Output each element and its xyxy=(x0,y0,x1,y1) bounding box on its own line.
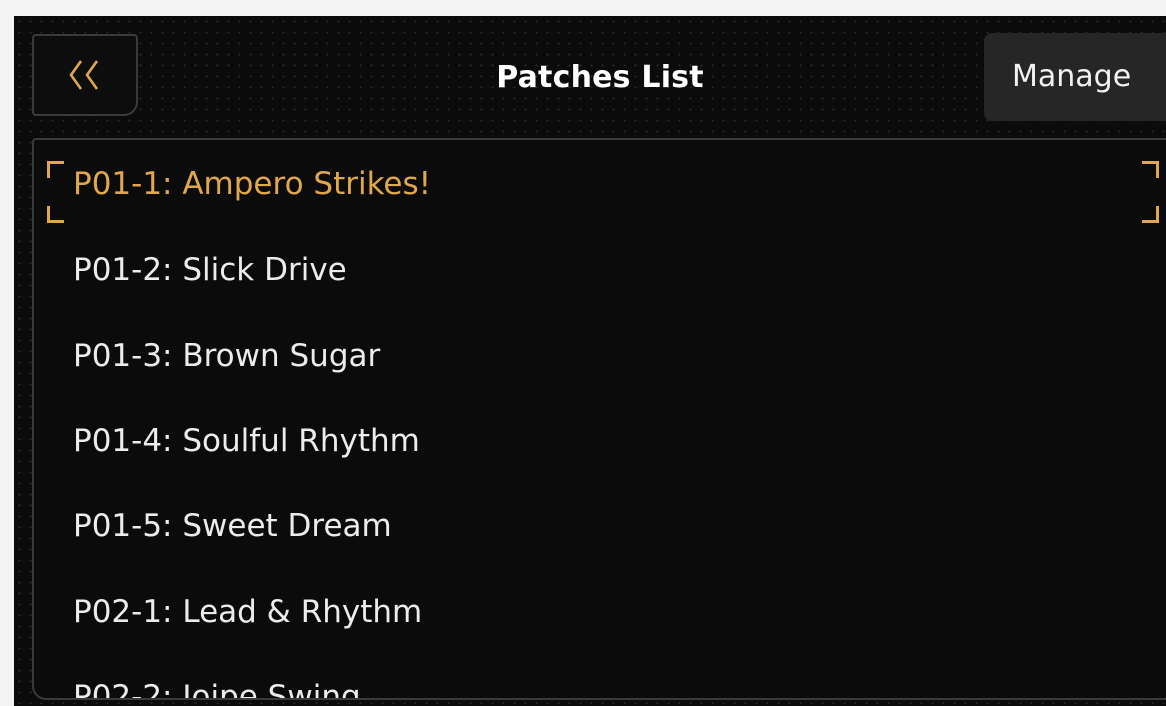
selection-corner xyxy=(1142,206,1159,223)
patch-label: P02-2: Joipe Swing xyxy=(73,679,361,700)
patch-label: P01-5: Sweet Dream xyxy=(73,508,392,544)
patch-list-item[interactable]: P02-2: Joipe Swing xyxy=(34,661,1164,700)
patch-label: P01-3: Brown Sugar xyxy=(73,338,381,374)
patch-list-item-selected[interactable]: P01-1: Ampero Strikes! xyxy=(34,148,1164,228)
patch-list-item[interactable]: P01-5: Sweet Dream xyxy=(34,490,1164,570)
patch-list-item[interactable]: P01-2: Slick Drive xyxy=(34,234,1164,314)
selection-corner xyxy=(47,161,64,178)
patches-screen: Patches List Manage P01-1: Ampero Strike… xyxy=(14,16,1166,706)
selection-corner xyxy=(1142,161,1159,178)
patch-list-item[interactable]: P01-4: Soulful Rhythm xyxy=(34,405,1164,485)
patch-label: P01-4: Soulful Rhythm xyxy=(73,423,420,459)
patch-label: P01-2: Slick Drive xyxy=(73,252,347,288)
patch-label: P02-1: Lead & Rhythm xyxy=(73,594,423,630)
patch-list-item[interactable]: P02-1: Lead & Rhythm xyxy=(34,576,1164,656)
patch-list-item[interactable]: P01-3: Brown Sugar xyxy=(34,320,1164,400)
selection-corner xyxy=(47,206,64,223)
manage-button[interactable]: Manage xyxy=(984,33,1166,121)
patch-list[interactable]: P01-1: Ampero Strikes! P01-2: Slick Driv… xyxy=(32,138,1166,700)
patch-label: P01-1: Ampero Strikes! xyxy=(73,166,432,202)
